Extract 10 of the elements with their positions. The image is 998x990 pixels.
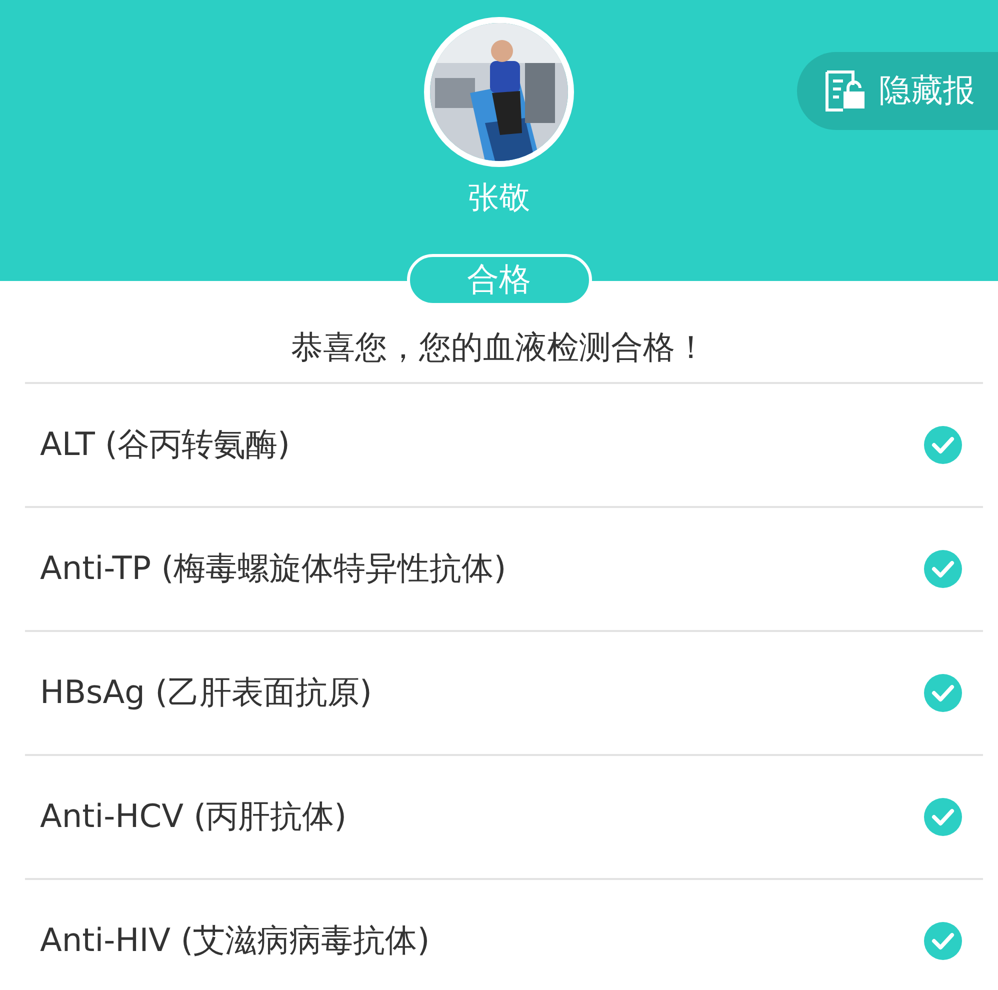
- test-name: Anti-HIV (艾滋病病毒抗体): [40, 920, 430, 961]
- test-name: Anti-TP (梅毒螺旋体特异性抗体): [40, 548, 506, 589]
- result-message: 恭喜您，您的血液检测合格！: [290, 327, 708, 368]
- user-name: 张敬: [468, 179, 530, 218]
- test-name: HBsAg (乙肝表面抗原): [40, 672, 372, 713]
- test-name: ALT (谷丙转氨酶): [40, 424, 290, 465]
- hide-report-button[interactable]: 隐藏报: [797, 52, 998, 130]
- lock-document-icon: [823, 69, 867, 113]
- test-name: Anti-HCV (丙肝抗体): [40, 796, 347, 837]
- status-badge: 合格: [406, 254, 592, 306]
